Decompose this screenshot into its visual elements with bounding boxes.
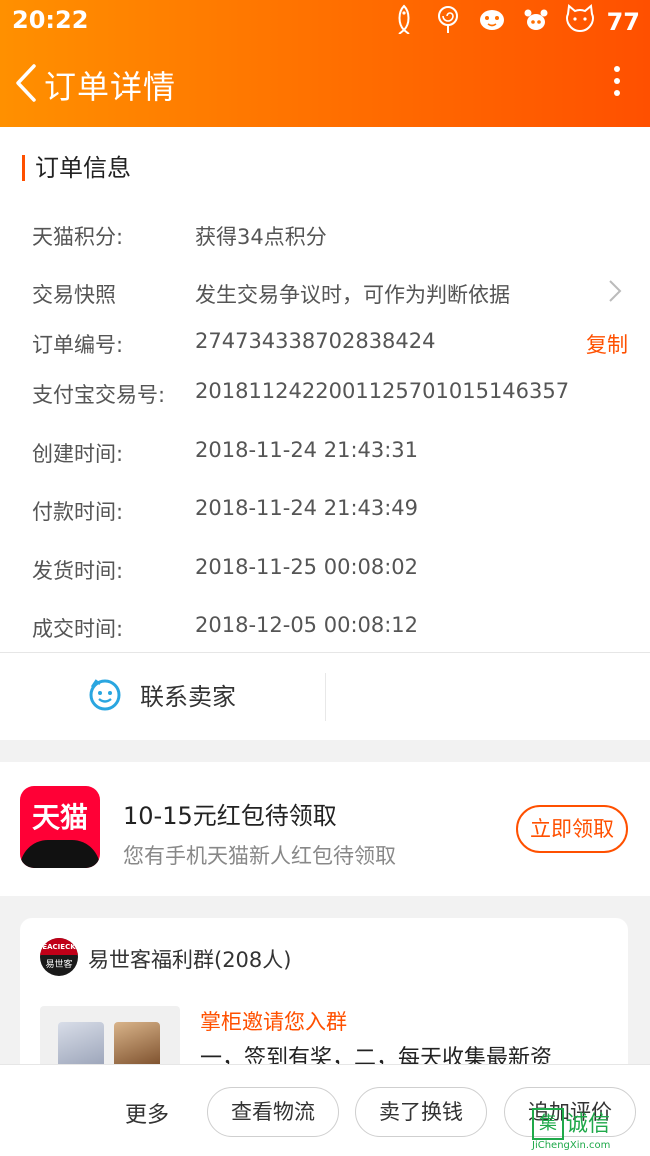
battery-level: 77 — [606, 8, 640, 36]
row-value: 274734338702838424 — [195, 329, 436, 353]
row-label: 天猫积分: — [32, 225, 124, 249]
row-label: 付款时间: — [32, 500, 124, 524]
row-value: 2018-11-24 21:43:31 — [195, 438, 419, 462]
pet-icon — [475, 4, 509, 40]
row-label: 订单编号: — [32, 333, 124, 357]
resell-button[interactable]: 卖了换钱 — [355, 1087, 487, 1137]
row-label: 交易快照 — [32, 283, 116, 307]
row-label: 发货时间: — [32, 559, 124, 583]
tmall-logo: 天猫 — [20, 786, 100, 868]
vertical-divider — [325, 673, 326, 721]
claim-now-button[interactable]: 立即领取 — [516, 805, 628, 853]
chevron-left-icon — [16, 64, 36, 102]
title-bar: 订单详情 — [0, 52, 650, 116]
app-header: 20:22 77 订单详情 — [0, 0, 650, 127]
copy-button[interactable]: 复制 — [586, 329, 628, 359]
avatar-brand-text: EACIECK — [40, 938, 78, 955]
watermark-text: 诚信 — [566, 1112, 611, 1137]
group-name: 易世客福利群(208人) — [88, 948, 292, 972]
chevron-right-icon — [608, 279, 622, 308]
row-shipped-time: 发货时间: 2018-11-25 00:08:02 — [32, 555, 632, 585]
contact-bar: 联系卖家 — [0, 653, 650, 739]
member-photo — [58, 1022, 104, 1068]
status-bar: 20:22 77 — [0, 0, 650, 42]
watermark: 集 诚信 JiChengXin.com — [532, 1104, 650, 1152]
row-value: 获得34点积分 — [195, 225, 327, 249]
page-title: 订单详情 — [44, 68, 177, 106]
row-value: 2018-11-25 00:08:02 — [195, 555, 419, 579]
paw-icon — [519, 4, 553, 40]
dot-icon — [614, 66, 620, 72]
row-created-time: 创建时间: 2018-11-24 21:43:31 — [32, 438, 632, 468]
group-invite-text: 掌柜邀请您入群 — [200, 1010, 347, 1034]
row-alipay-number: 支付宝交易号: 2018112422001125701015146357 — [32, 379, 632, 409]
status-icons: 77 — [387, 4, 640, 40]
watermark-logo: 集 — [532, 1108, 564, 1140]
more-menu-button[interactable] — [612, 66, 622, 100]
promo-subtitle: 您有手机天猫新人红包待领取 — [123, 844, 396, 868]
member-photo — [114, 1022, 160, 1068]
row-label: 成交时间: — [32, 617, 124, 641]
dot-icon — [614, 78, 620, 84]
row-order-number: 订单编号: 274734338702838424 复制 — [32, 329, 632, 359]
row-value: 2018-12-05 00:08:12 — [195, 613, 419, 637]
view-logistics-button[interactable]: 查看物流 — [207, 1087, 339, 1137]
group-avatar: EACIECK 易世客 — [40, 938, 78, 976]
tmall-logo-text: 天猫 — [31, 801, 88, 834]
promo-title: 10-15元红包待领取 — [123, 802, 337, 830]
lollipop-icon — [431, 4, 465, 40]
row-label: 创建时间: — [32, 442, 124, 466]
watermark-url: JiChengXin.com — [532, 1140, 611, 1151]
chat-smile-icon — [89, 678, 121, 710]
row-trade-snapshot[interactable]: 交易快照 发生交易争议时，可作为判断依据 — [32, 279, 632, 309]
cat-icon — [563, 4, 597, 40]
contact-seller-button[interactable]: 联系卖家 — [88, 677, 236, 712]
back-button[interactable] — [10, 60, 40, 106]
section-title: 订单信息 — [22, 155, 131, 181]
fish-icon — [387, 4, 421, 40]
avatar-brand-subtext: 易世客 — [45, 960, 73, 970]
order-info-card: 订单信息 天猫积分: 获得34点积分 交易快照 发生交易争议时，可作为判断依据 … — [0, 127, 650, 740]
row-label: 支付宝交易号: — [32, 383, 166, 407]
row-paid-time: 付款时间: 2018-11-24 21:43:49 — [32, 496, 632, 526]
dot-icon — [614, 90, 620, 96]
contact-seller-label: 联系卖家 — [140, 683, 236, 711]
row-value: 2018-11-24 21:43:49 — [195, 496, 419, 520]
row-value: 发生交易争议时，可作为判断依据 — [195, 283, 510, 307]
status-time: 20:22 — [12, 6, 89, 34]
row-tmall-points: 天猫积分: 获得34点积分 — [32, 221, 632, 251]
cat-face-icon — [20, 840, 100, 868]
more-button[interactable]: 更多 — [125, 1097, 169, 1129]
row-value: 2018112422001125701015146357 — [195, 379, 570, 403]
promo-card: 天猫 10-15元红包待领取 您有手机天猫新人红包待领取 立即领取 — [0, 762, 650, 896]
row-completed-time: 成交时间: 2018-12-05 00:08:12 — [32, 613, 632, 643]
